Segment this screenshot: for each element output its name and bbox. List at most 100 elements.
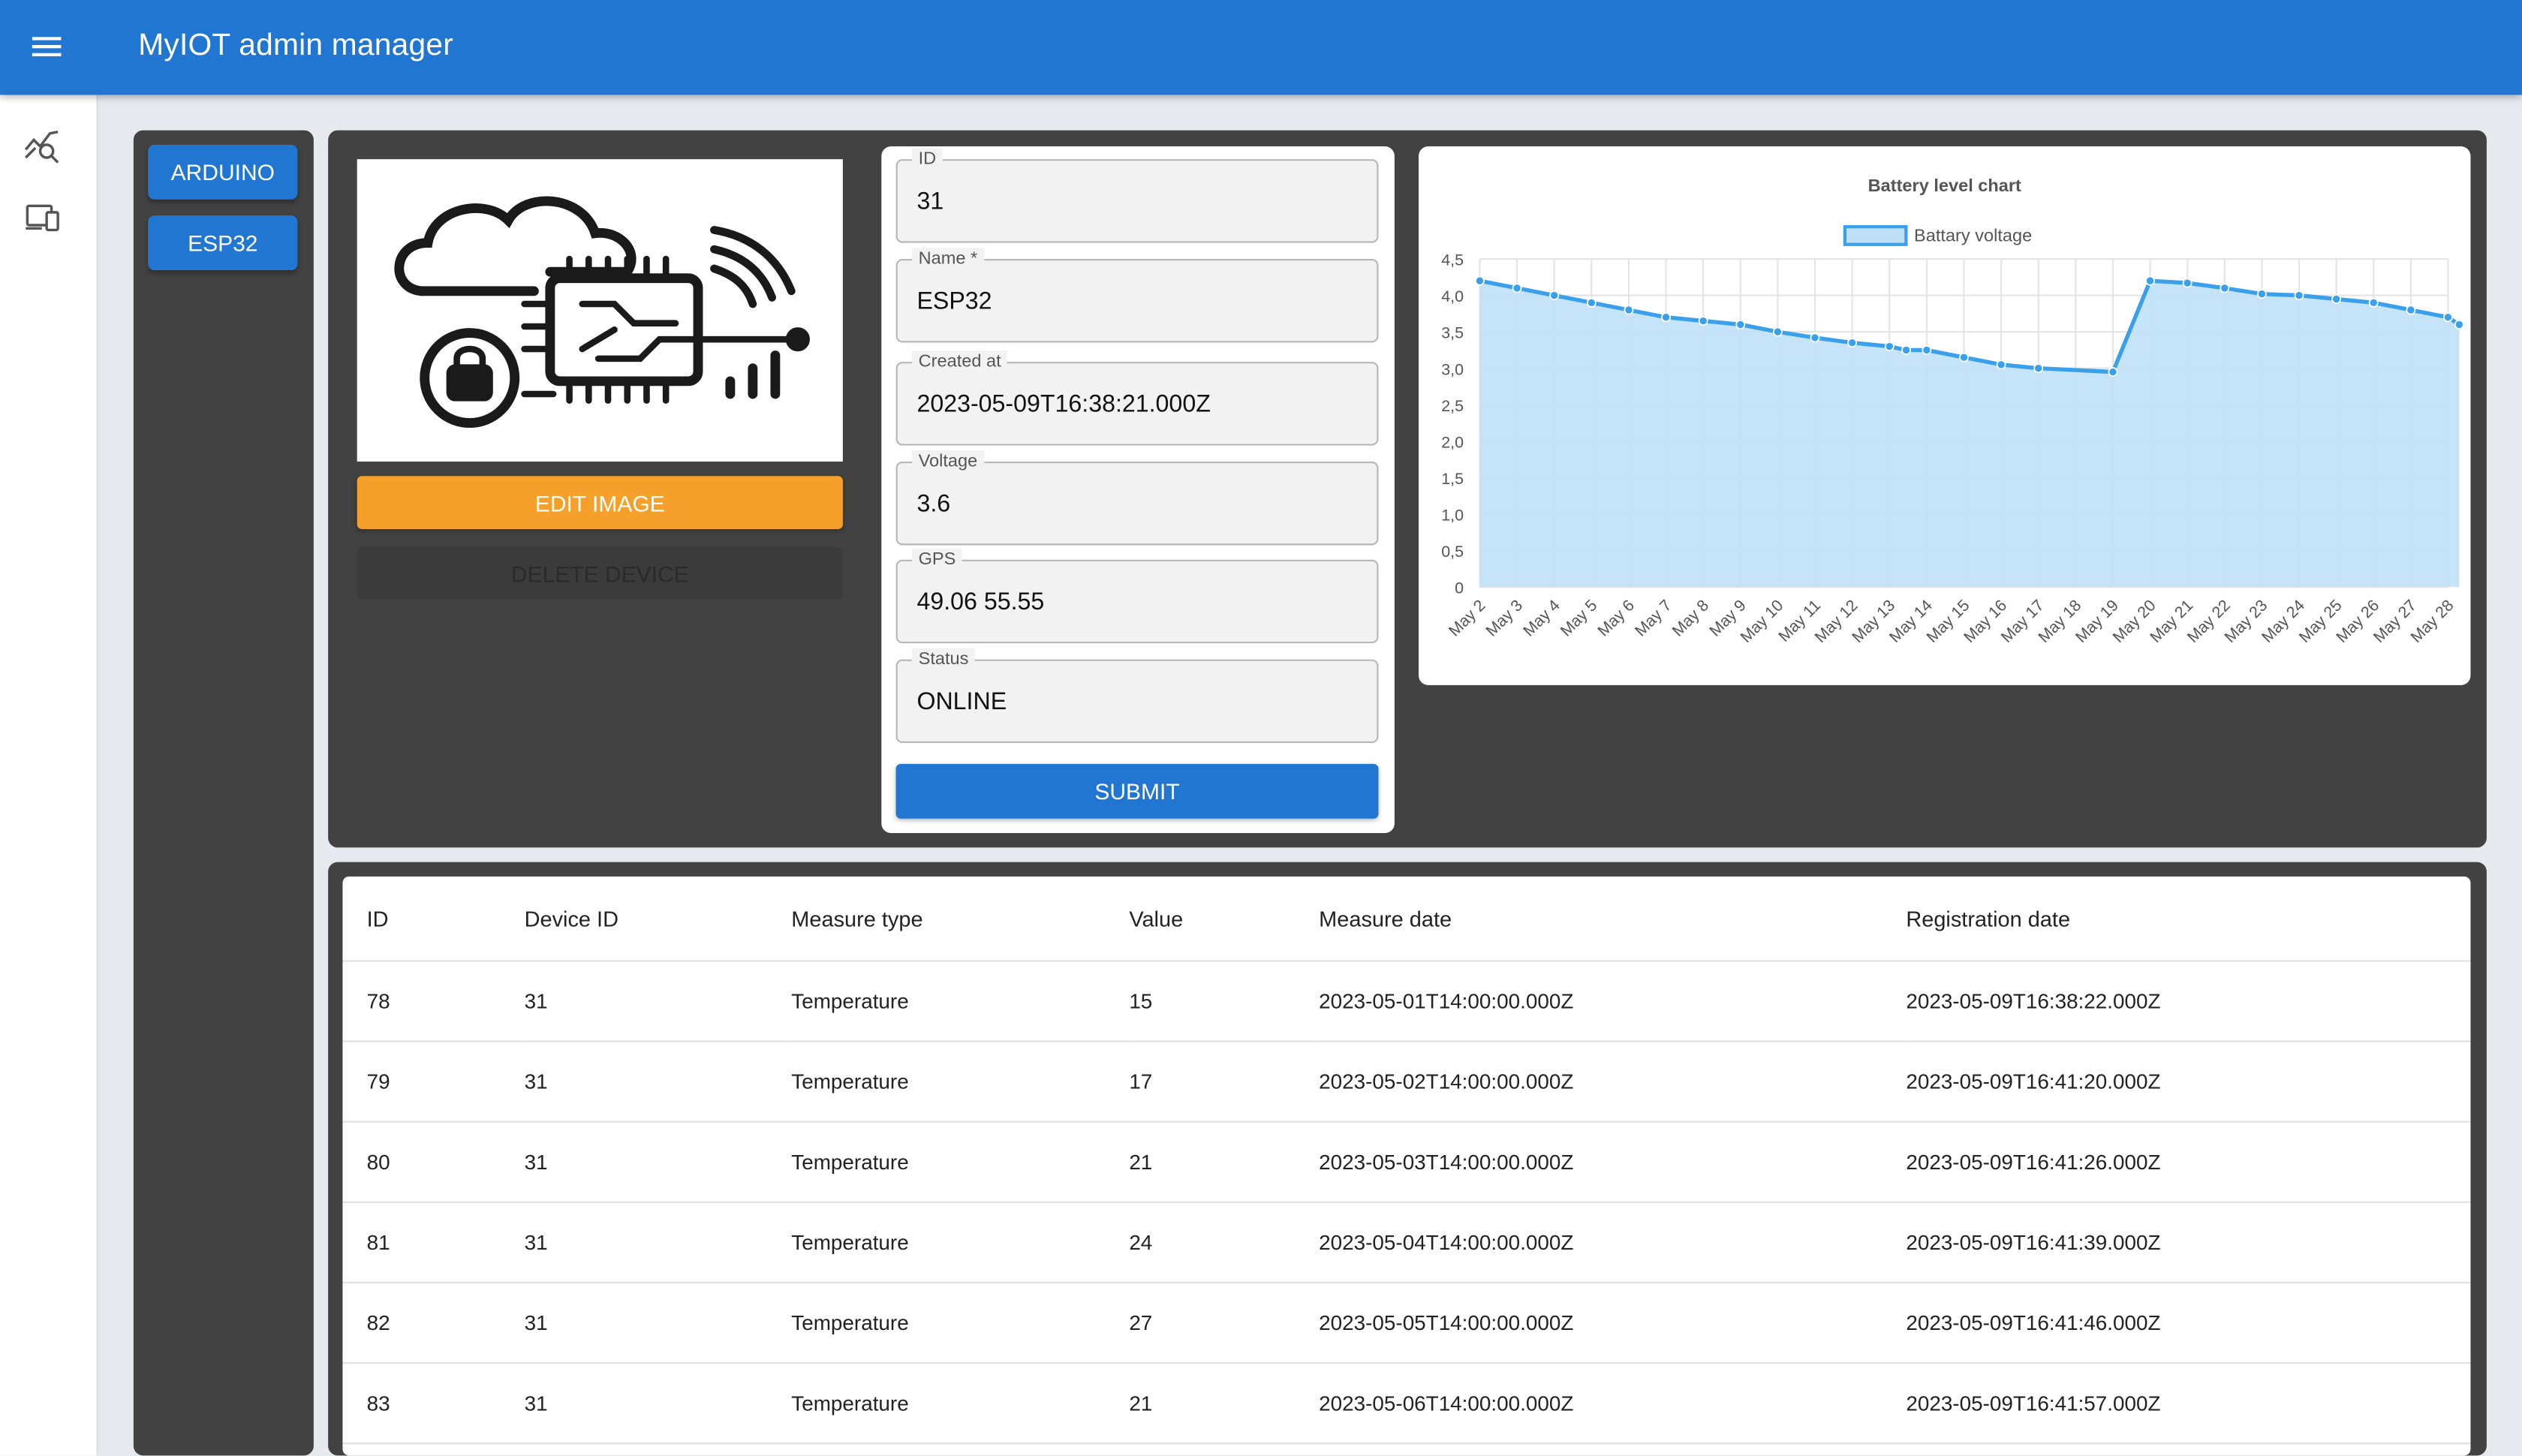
devices-icon[interactable] xyxy=(23,198,65,236)
battery-chart-card: Battery level chart Battary voltage 0 0,5… xyxy=(1419,146,2471,685)
table-row[interactable]: 81 31 Temperature 24 2023-05-04T14:00:00… xyxy=(342,1202,2471,1284)
id-field-value[interactable]: 31 xyxy=(916,188,1351,215)
voltage-field[interactable]: Voltage 3.6 xyxy=(895,450,1379,546)
device-button-arduino[interactable]: ARDUINO xyxy=(148,144,298,200)
data-point[interactable] xyxy=(1698,316,1708,326)
data-point[interactable] xyxy=(2368,297,2379,308)
cell-device-id: 31 xyxy=(524,1121,792,1203)
data-point[interactable] xyxy=(1475,275,1485,286)
data-point[interactable] xyxy=(1901,345,1912,355)
data-point[interactable] xyxy=(2145,275,2155,286)
data-point[interactable] xyxy=(2220,283,2230,293)
name-field[interactable]: Name * ESP32 xyxy=(895,248,1379,343)
cell-registration-date: 2023-05-09T16:41:26.000Z xyxy=(1906,1121,2471,1203)
table-row[interactable]: 79 31 Temperature 17 2023-05-02T14:00:00… xyxy=(342,1041,2471,1123)
table-row[interactable]: 82 31 Temperature 27 2023-05-05T14:00:00… xyxy=(342,1282,2471,1364)
data-point[interactable] xyxy=(2108,367,2118,378)
x-tick-label: May 7 xyxy=(1631,596,1675,639)
analytics-search-icon[interactable] xyxy=(23,127,65,165)
cell-device-id: 31 xyxy=(524,1363,792,1445)
column-header-measure-date[interactable]: Measure date xyxy=(1319,876,1907,962)
y-tick-label: 1,5 xyxy=(1441,470,1464,488)
measurements-table-card: ID Device ID Measure type Value Measure … xyxy=(342,876,2471,1456)
table-row[interactable]: 83 31 Temperature 21 2023-05-06T14:00:00… xyxy=(342,1363,2471,1445)
status-field[interactable]: Status ONLINE xyxy=(895,648,1379,744)
cell-device-id: 31 xyxy=(524,961,792,1042)
status-field-value[interactable]: ONLINE xyxy=(916,688,1351,715)
column-header-measure-type[interactable]: Measure type xyxy=(791,876,1130,962)
cell-measure-type: Temperature xyxy=(791,1041,1130,1123)
submit-button[interactable]: SUBMIT xyxy=(895,763,1379,819)
app-root: MyIOT admin manager ARDUINO ESP32 EDIT I… xyxy=(0,0,2522,1456)
y-tick-label: 3,0 xyxy=(1441,360,1464,378)
created-at-field-value[interactable]: 2023-05-09T16:38:21.000Z xyxy=(916,391,1351,418)
delete-device-button[interactable]: DELETE DEVICE xyxy=(357,546,843,600)
data-point[interactable] xyxy=(1810,332,1820,343)
cell-registration-date: 2023-05-09T16:41:57.000Z xyxy=(1906,1363,2471,1445)
id-field[interactable]: ID 31 xyxy=(895,148,1379,243)
x-tick-label: May 2 xyxy=(1445,596,1488,639)
y-tick-label: 4,5 xyxy=(1441,251,1464,269)
data-point[interactable] xyxy=(2443,312,2453,323)
gps-field-label: GPS xyxy=(912,548,962,571)
cell-measure-type: Temperature xyxy=(791,1282,1130,1364)
voltage-field-value[interactable]: 3.6 xyxy=(916,491,1351,518)
data-point[interactable] xyxy=(1772,326,1783,337)
data-point[interactable] xyxy=(1884,341,1895,352)
nav-rail xyxy=(0,95,98,1456)
x-tick-label: May 6 xyxy=(1594,596,1638,639)
measurements-table: ID Device ID Measure type Value Measure … xyxy=(342,876,2471,1445)
data-point[interactable] xyxy=(2182,278,2192,288)
name-field-value[interactable]: ESP32 xyxy=(916,288,1351,315)
data-point[interactable] xyxy=(1624,305,1634,315)
y-tick-label: 3,5 xyxy=(1441,324,1464,342)
created-at-field[interactable]: Created at 2023-05-09T16:38:21.000Z xyxy=(895,350,1379,446)
series-area xyxy=(1479,281,2460,588)
y-tick-label: 1,0 xyxy=(1441,507,1464,525)
data-point[interactable] xyxy=(2454,320,2464,329)
y-tick-label: 4,0 xyxy=(1441,287,1464,305)
cell-id: 81 xyxy=(342,1202,525,1284)
data-point[interactable] xyxy=(1549,290,1560,301)
created-at-field-label: Created at xyxy=(912,350,1008,374)
data-point[interactable] xyxy=(2406,305,2416,315)
data-point[interactable] xyxy=(2256,289,2267,299)
cell-measure-date: 2023-05-06T14:00:00.000Z xyxy=(1319,1363,1907,1445)
data-point[interactable] xyxy=(1922,345,1932,355)
data-point[interactable] xyxy=(1512,283,1522,293)
data-point[interactable] xyxy=(1735,320,1746,329)
edit-image-button[interactable]: EDIT IMAGE xyxy=(357,476,843,530)
gps-field-value[interactable]: 49.06 55.55 xyxy=(916,588,1351,615)
device-button-esp32[interactable]: ESP32 xyxy=(148,215,298,271)
column-header-device-id[interactable]: Device ID xyxy=(524,876,792,962)
data-point[interactable] xyxy=(2033,363,2044,374)
column-header-registration-date[interactable]: Registration date xyxy=(1906,876,2471,962)
table-row[interactable]: 80 31 Temperature 21 2023-05-03T14:00:00… xyxy=(342,1121,2471,1203)
cell-id: 79 xyxy=(342,1041,525,1123)
legend-label: Battary voltage xyxy=(1914,225,2032,245)
column-header-value[interactable]: Value xyxy=(1129,876,1320,962)
table-row[interactable]: 78 31 Temperature 15 2023-05-01T14:00:00… xyxy=(342,961,2471,1042)
data-point[interactable] xyxy=(1661,312,1671,323)
voltage-field-label: Voltage xyxy=(912,450,984,474)
gps-field[interactable]: GPS 49.06 55.55 xyxy=(895,548,1379,644)
cell-registration-date: 2023-05-09T16:38:22.000Z xyxy=(1906,961,2471,1042)
cell-value: 17 xyxy=(1129,1041,1320,1123)
data-point[interactable] xyxy=(2331,294,2342,304)
data-point[interactable] xyxy=(1996,359,2006,370)
cell-device-id: 31 xyxy=(524,1041,792,1123)
app-title: MyIOT admin manager xyxy=(138,29,453,63)
x-tick-label: May 8 xyxy=(1669,596,1712,639)
chart-legend[interactable]: Battary voltage xyxy=(1843,225,2032,246)
hamburger-menu-icon[interactable] xyxy=(23,24,71,69)
status-field-label: Status xyxy=(912,648,975,671)
cell-measure-type: Temperature xyxy=(791,1202,1130,1284)
column-header-id[interactable]: ID xyxy=(342,876,525,962)
data-point[interactable] xyxy=(1586,297,1597,308)
cell-measure-date: 2023-05-01T14:00:00.000Z xyxy=(1319,961,1907,1042)
data-point[interactable] xyxy=(2294,290,2304,301)
cell-device-id: 31 xyxy=(524,1202,792,1284)
data-point[interactable] xyxy=(1959,352,1969,362)
cell-value: 27 xyxy=(1129,1282,1320,1364)
data-point[interactable] xyxy=(1847,338,1858,348)
